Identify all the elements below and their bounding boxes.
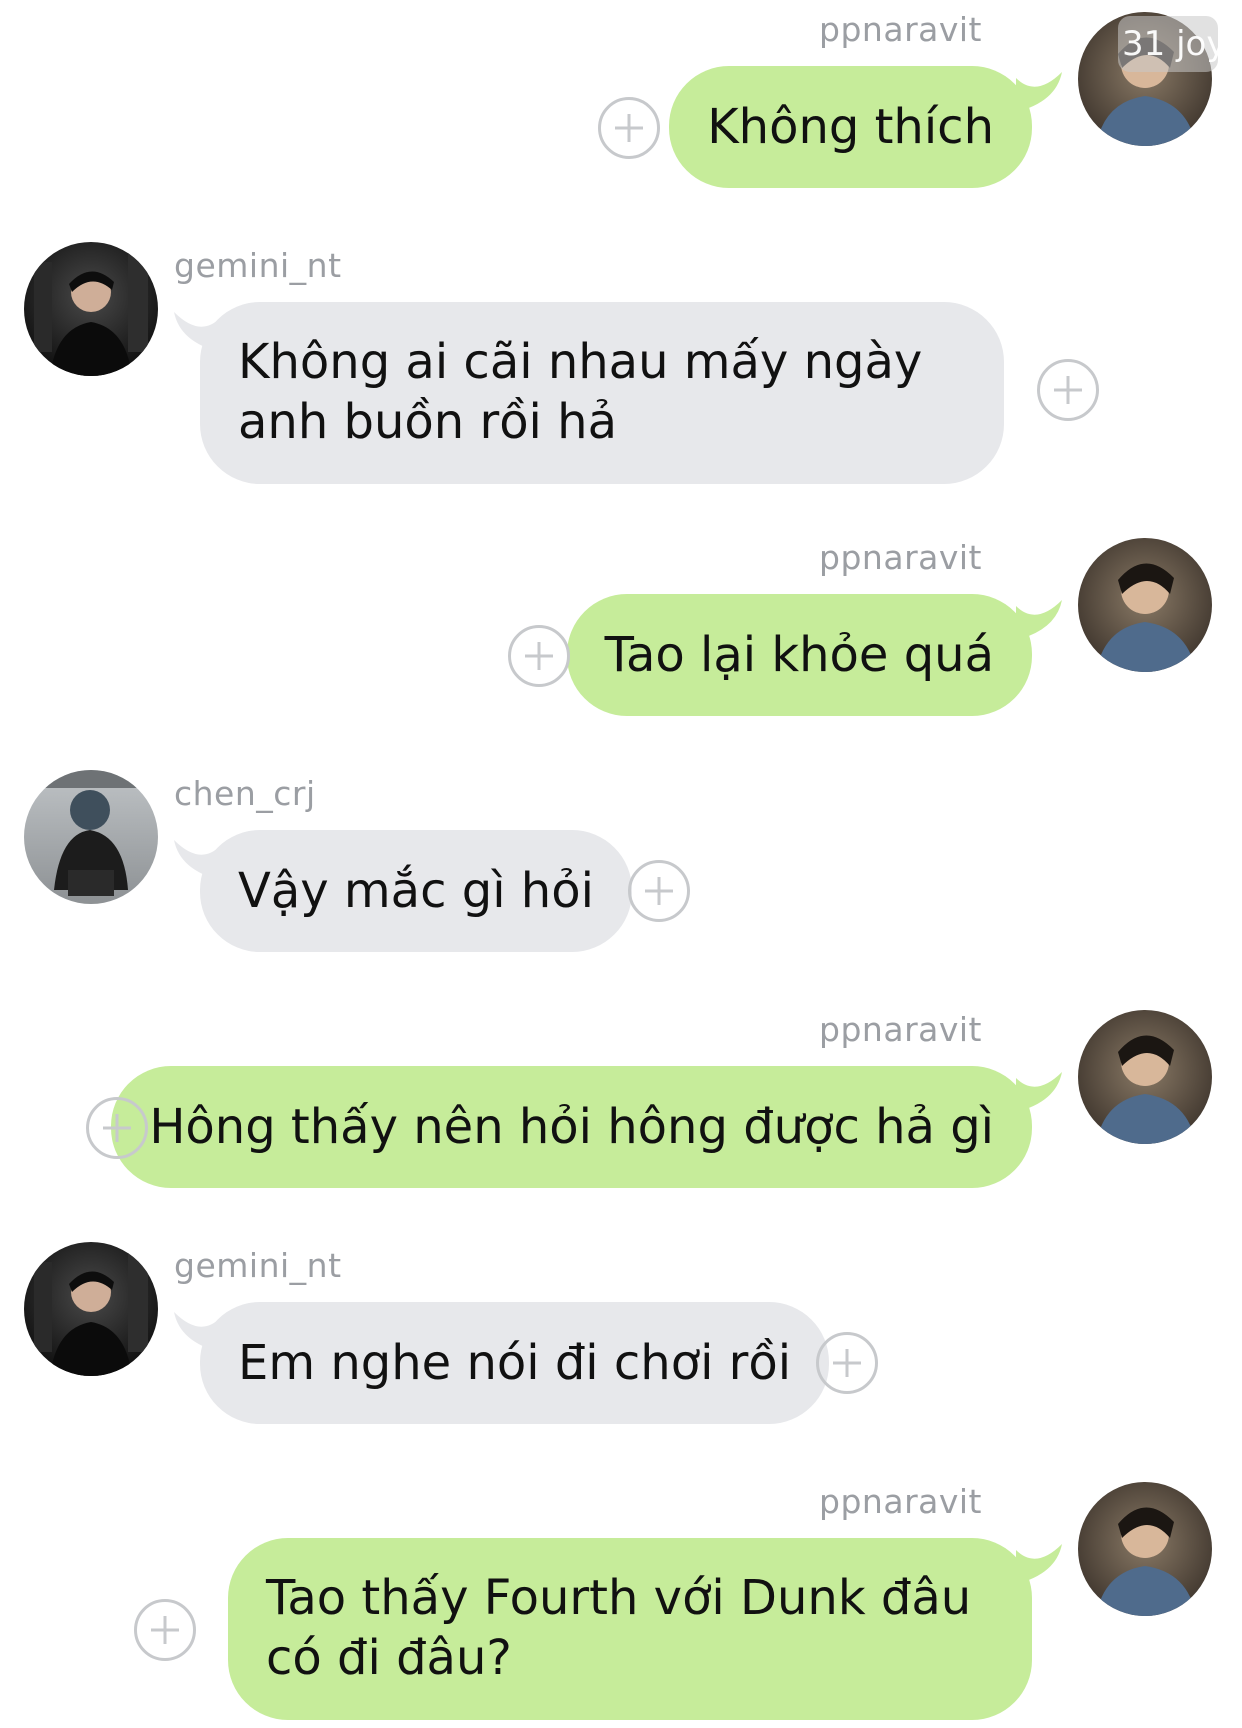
message-bubble[interactable]: Hông thấy nên hỏi hông được hả gì xyxy=(111,1066,1032,1188)
sender-name: chen_crj xyxy=(174,774,316,813)
watermark: 31 joy xyxy=(1118,16,1218,72)
message-bubble[interactable]: Không thích xyxy=(669,66,1032,188)
plus-circle-icon[interactable] xyxy=(598,97,660,159)
gemini-nt-avatar[interactable] xyxy=(24,242,158,376)
sender-name: ppnaravit xyxy=(819,538,982,577)
message-bubble[interactable]: Tao lại khỏe quá xyxy=(566,594,1032,716)
message-row: ppnaravit Hông thấy nên hỏi hông được hả… xyxy=(0,1000,1242,1190)
message-bubble[interactable]: Không ai cãi nhau mấy ngày anh buồn rồi … xyxy=(200,302,1004,484)
message-bubble[interactable]: Tao thấy Fourth với Dunk đâu có đi đâu? xyxy=(228,1538,1032,1720)
sender-name: ppnaravit xyxy=(819,1482,982,1521)
message-row: ppnaravit Tao thấy Fourth với Dunk đâu c… xyxy=(0,1472,1242,1728)
chen-crj-avatar[interactable] xyxy=(24,770,158,904)
message-row: chen_crj Vậy mắc gì hỏi xyxy=(0,768,1242,958)
message-row: ppnaravit Không thích xyxy=(0,0,1242,190)
message-row: gemini_nt Không ai cãi nhau mấy ngày anh… xyxy=(0,240,1242,490)
gemini-nt-avatar[interactable] xyxy=(24,1242,158,1376)
plus-circle-icon[interactable] xyxy=(628,860,690,922)
plus-circle-icon[interactable] xyxy=(86,1097,148,1159)
message-bubble[interactable]: Em nghe nói đi chơi rồi xyxy=(200,1302,830,1424)
message-bubble[interactable]: Vậy mắc gì hỏi xyxy=(200,830,632,952)
plus-circle-icon[interactable] xyxy=(508,625,570,687)
sender-name: gemini_nt xyxy=(174,1246,342,1285)
ppnaravit-avatar[interactable] xyxy=(1078,538,1212,672)
plus-circle-icon[interactable] xyxy=(816,1332,878,1394)
sender-name: ppnaravit xyxy=(819,10,982,49)
message-row: gemini_nt Em nghe nói đi chơi rồi xyxy=(0,1240,1242,1430)
sender-name: gemini_nt xyxy=(174,246,342,285)
ppnaravit-avatar[interactable] xyxy=(1078,1482,1212,1616)
sender-name: ppnaravit xyxy=(819,1010,982,1049)
plus-circle-icon[interactable] xyxy=(1037,359,1099,421)
message-row: ppnaravit Tao lại khỏe quá xyxy=(0,528,1242,718)
plus-circle-icon[interactable] xyxy=(134,1599,196,1661)
ppnaravit-avatar[interactable] xyxy=(1078,1010,1212,1144)
